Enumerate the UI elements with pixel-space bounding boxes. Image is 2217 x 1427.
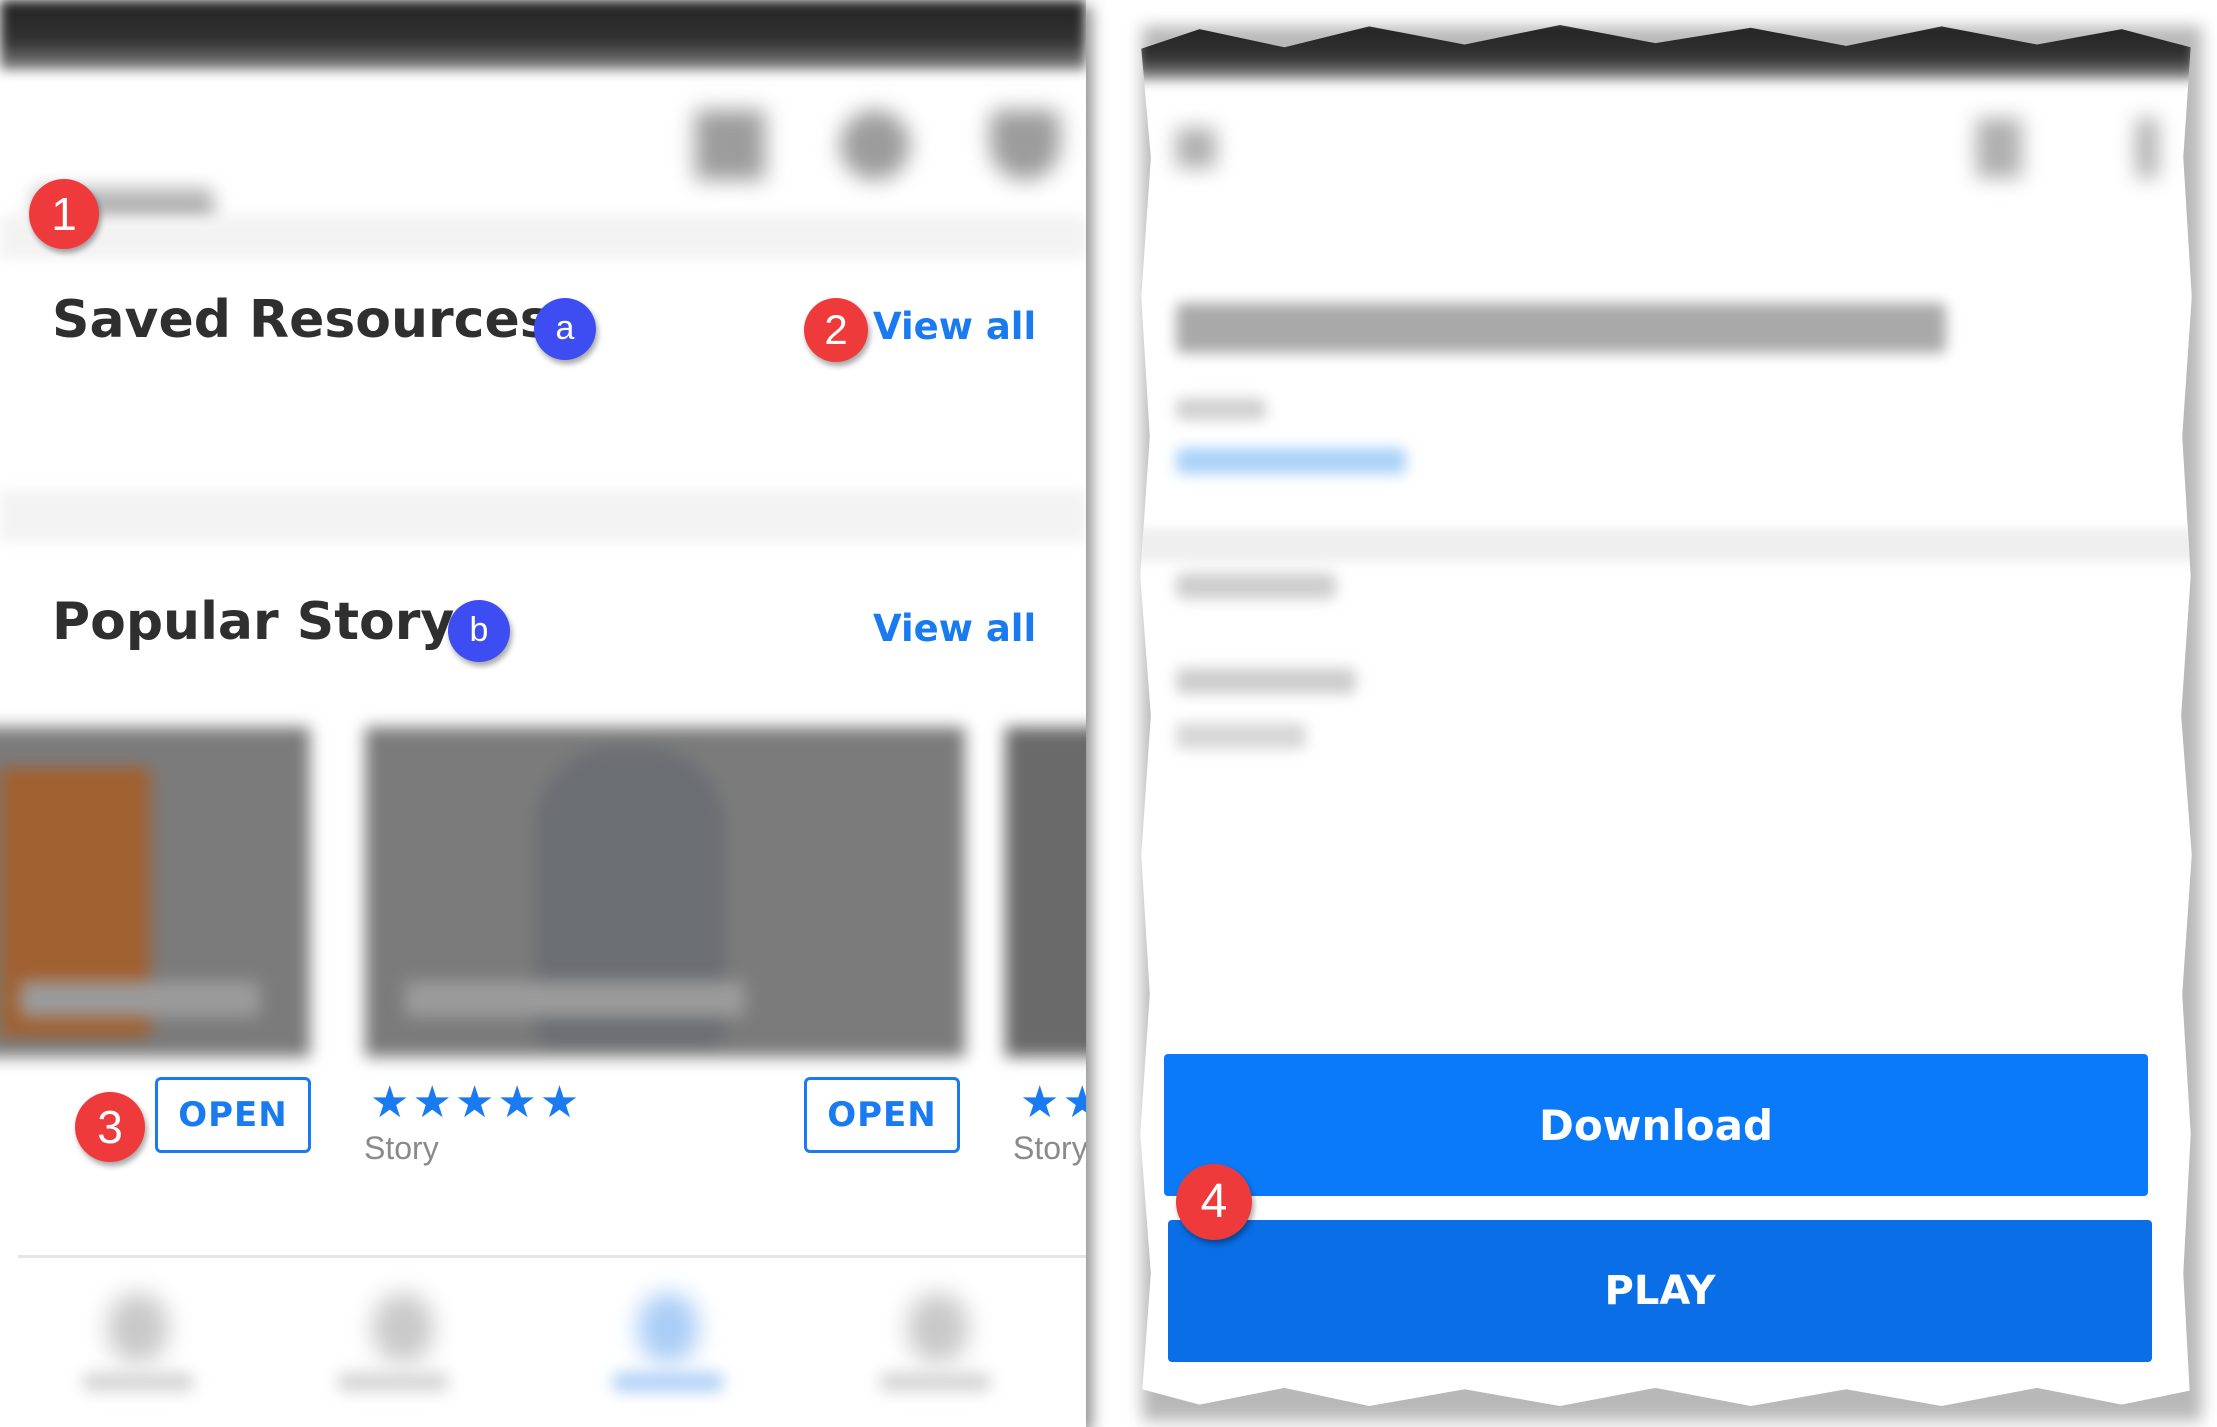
detail-label-blurred bbox=[1176, 573, 1336, 599]
filter-icon[interactable] bbox=[990, 110, 1060, 180]
callout-b: b bbox=[448, 600, 510, 662]
story-card-thumbnail[interactable] bbox=[1005, 727, 1086, 1057]
saved-resources-title: Saved Resources bbox=[52, 290, 551, 350]
library-screen: 1 Saved Resources a 2 View all Popular S… bbox=[0, 0, 1086, 1427]
popular-story-view-all-link[interactable]: View all bbox=[873, 607, 1036, 650]
saved-resources-view-all-link[interactable]: View all bbox=[873, 305, 1036, 348]
profile-icon[interactable] bbox=[908, 1293, 968, 1363]
detail-value-blurred bbox=[1176, 723, 1306, 749]
divider bbox=[0, 215, 1086, 259]
bottom-navigation bbox=[18, 1255, 1086, 1427]
content-meta-blurred bbox=[1176, 398, 1266, 420]
search-icon[interactable] bbox=[840, 110, 910, 180]
content-rating-blurred bbox=[1176, 448, 1406, 474]
play-button[interactable]: PLAY bbox=[1168, 1220, 2152, 1362]
story-carousel[interactable] bbox=[0, 727, 1086, 1057]
open-button[interactable]: OPEN bbox=[804, 1077, 960, 1153]
share-icon[interactable] bbox=[1976, 118, 2022, 178]
story-type-label: Story bbox=[364, 1130, 439, 1166]
more-vert-icon[interactable] bbox=[2136, 118, 2158, 178]
callout-4: 4 bbox=[1176, 1164, 1252, 1240]
callout-3: 3 bbox=[75, 1092, 145, 1162]
status-bar bbox=[0, 0, 1086, 70]
download-button[interactable]: Download bbox=[1164, 1054, 2148, 1196]
app-toolbar bbox=[0, 70, 1086, 234]
courses-icon[interactable] bbox=[373, 1293, 433, 1363]
callout-1: 1 bbox=[29, 179, 99, 249]
callout-2: 2 bbox=[804, 298, 868, 362]
nav-label-blurred bbox=[83, 1373, 193, 1391]
content-detail-screen: Download PLAY 4 bbox=[1140, 24, 2192, 1407]
star-icon: ★★★★★ bbox=[370, 1077, 583, 1128]
nav-label-blurred bbox=[880, 1373, 990, 1391]
divider bbox=[0, 490, 1086, 542]
star-icon: ★★★★★ bbox=[1020, 1077, 1086, 1128]
story-card-thumbnail[interactable] bbox=[365, 727, 965, 1057]
back-arrow-icon[interactable] bbox=[1176, 128, 1216, 168]
detail-label-blurred bbox=[1176, 668, 1356, 694]
callout-a: a bbox=[534, 298, 596, 360]
nav-label-blurred bbox=[613, 1373, 723, 1391]
popular-story-title: Popular Story bbox=[52, 592, 455, 652]
content-title-blurred bbox=[1176, 303, 1946, 353]
story-type-label: Story bbox=[1013, 1130, 1086, 1166]
library-icon[interactable] bbox=[638, 1293, 698, 1363]
story-card-thumbnail[interactable] bbox=[0, 727, 310, 1057]
home-icon[interactable] bbox=[108, 1293, 168, 1363]
grid-icon[interactable] bbox=[695, 110, 765, 180]
divider bbox=[1140, 528, 2192, 562]
open-button[interactable]: OPEN bbox=[155, 1077, 311, 1153]
nav-label-blurred bbox=[338, 1373, 448, 1391]
